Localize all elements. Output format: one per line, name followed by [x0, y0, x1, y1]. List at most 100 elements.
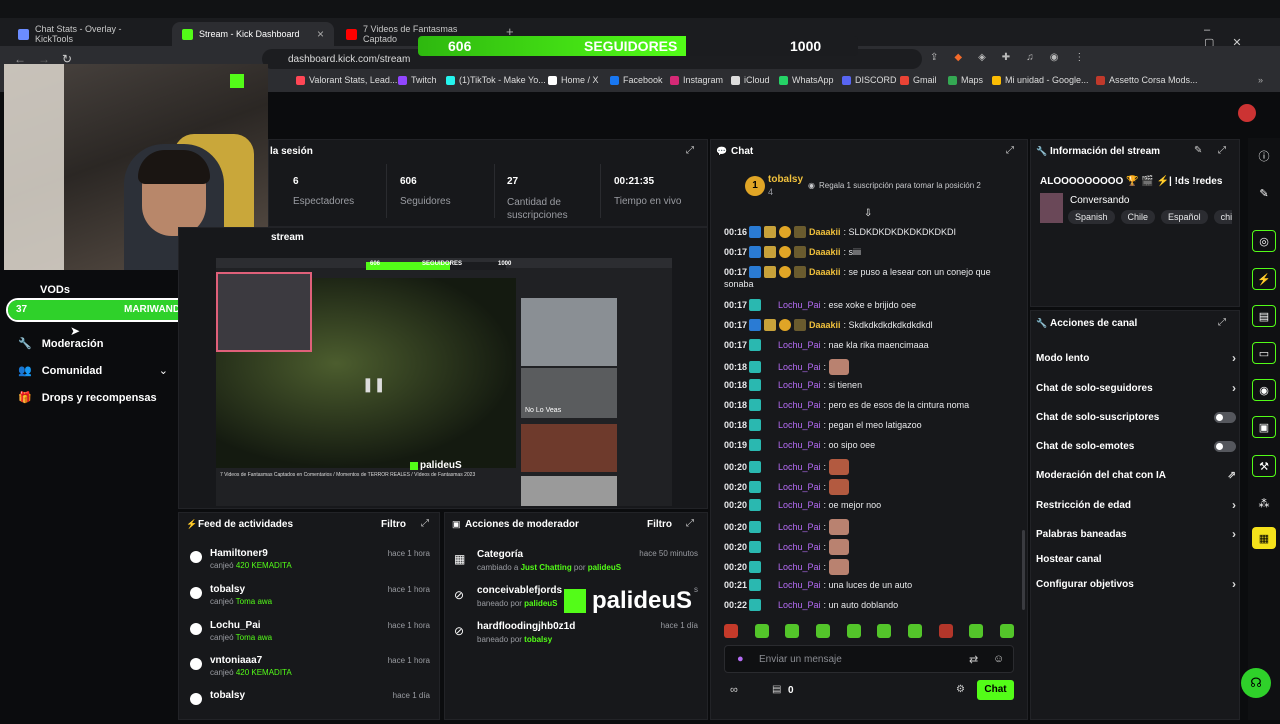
chat-message[interactable]: 00:20 Lochu_Pai: — [724, 479, 1014, 495]
wrench-icon[interactable]: ⚒ — [1252, 455, 1276, 477]
bookmark-facebook[interactable]: Facebook — [610, 75, 663, 85]
bookmark-twitch[interactable]: Twitch — [398, 75, 437, 85]
sidebar-item-comunidad[interactable]: 👥 Comunidad ⌄ — [18, 364, 168, 378]
bookmark-maps[interactable]: Maps — [948, 75, 983, 85]
expand-icon[interactable]: ⤢ — [686, 518, 694, 529]
chat-input[interactable]: ● Enviar un mensaje ⇄ ☺ — [724, 645, 1014, 673]
bookmark-x[interactable]: Home / X — [548, 75, 599, 85]
broadcast-icon[interactable]: ◉ — [1252, 379, 1276, 401]
expand-icon[interactable]: ⤢ — [686, 145, 694, 156]
leaderboard-user[interactable]: tobalsy — [768, 174, 803, 185]
channel-action-chat-de-solo-emotes[interactable]: Chat de solo-emotes — [1036, 438, 1236, 454]
bookmark-assetto[interactable]: Assetto Corsa Mods... — [1096, 75, 1198, 85]
tag-pill[interactable]: Español — [1161, 210, 1208, 224]
channel-action-chat-de-solo-seguidores[interactable]: Chat de solo-seguidores › — [1036, 380, 1236, 396]
mod-action-row[interactable]: ⊘ hardfloodingjhb0z1d baneado por tobals… — [454, 620, 698, 650]
tab-kick-dashboard[interactable]: Stream - Kick Dashboard × — [172, 22, 334, 46]
mod-icon[interactable]: ▣ — [1252, 416, 1276, 438]
expand-icon[interactable]: ⤢ — [1218, 145, 1226, 156]
emoji-icon[interactable]: ☺ — [993, 653, 1004, 665]
chat-message[interactable]: 00:20 Lochu_Pai: — [724, 539, 1014, 555]
info-icon[interactable]: ⓘ — [1252, 145, 1276, 167]
tag-pill[interactable]: Chile — [1120, 210, 1156, 224]
activity-row[interactable]: Hamiltoner9 canjeó 420 KEMADITA hace 1 h… — [190, 548, 434, 582]
bookmark-drive[interactable]: Mi unidad - Google... — [992, 75, 1089, 85]
bookmark-gmail[interactable]: Gmail — [900, 75, 937, 85]
gift-prompt[interactable]: ◉ Regala 1 suscripción para tomar la posi… — [808, 181, 981, 190]
channel-action-restricci-n-de-edad[interactable]: Restricción de edad › — [1036, 497, 1236, 513]
bookmark-valorant[interactable]: Valorant Stats, Lead... — [296, 75, 397, 85]
chat-message[interactable]: 00:18 Lochu_Pai: si tienen — [724, 379, 1014, 391]
chat-message[interactable]: 00:21 Lochu_Pai: una luces de un auto — [724, 579, 1014, 591]
extension-icons[interactable]: ⇪ ◆ ◈ ✚ ♫ ◉ ⋮ — [930, 52, 1270, 66]
chat-message[interactable]: 00:22 Lochu_Pai: un auto doblando — [724, 599, 1014, 611]
channel-action-modo-lento[interactable]: Modo lento › — [1036, 350, 1236, 366]
channel-action-palabras-baneadas[interactable]: Palabras baneadas › — [1036, 526, 1236, 542]
expand-icon[interactable]: ⤢ — [1218, 317, 1226, 328]
pin-down-icon[interactable]: ⇩ — [864, 208, 872, 219]
activity-row[interactable]: vntoniaaa7 canjeó 420 KEMADITA hace 1 ho… — [190, 655, 434, 689]
chat-message[interactable]: 00:17 Daaakii: se puso a lesear con un co… — [724, 266, 1014, 278]
chat-message[interactable]: 00:18 Lochu_Pai: pegan el meo latigazoo — [724, 419, 1014, 431]
bookmark-discord[interactable]: DISCORD — [842, 75, 897, 85]
chat-message[interactable]: 00:17 Lochu_Pai: ese xoke e brijido oee — [724, 299, 1014, 311]
pen-icon[interactable]: ✎ — [1252, 182, 1276, 204]
chat-message[interactable]: 00:17 Daaakii: Skdkdkdkdkdkdkdkdl — [724, 319, 1014, 331]
gear-icon[interactable]: ⚙ — [956, 684, 965, 695]
bookmark-instagram[interactable]: Instagram — [670, 75, 723, 85]
chat-time: 00:16 — [724, 227, 748, 237]
chat-message[interactable]: 00:18 Lochu_Pai: pero es de esos de la ci… — [724, 399, 1014, 411]
sidebar-item-vods[interactable]: VODs — [40, 284, 70, 296]
stream-preview-video[interactable]: 606 SEGUIDORES 1000 ❚❚ No Lo Veas 7 Vide… — [216, 258, 672, 506]
clapper-icon[interactable]: ▦ — [1252, 527, 1276, 549]
chat-message[interactable]: 00:16 Daaakii: SLDKDKDKDKDKDKDKDI — [724, 226, 1014, 238]
bookmark-icloud[interactable]: iCloud — [731, 75, 770, 85]
sidebar-item-drops[interactable]: 🎁 Drops y recompensas — [18, 391, 178, 405]
chat-message[interactable]: 00:20 Lochu_Pai: — [724, 519, 1014, 535]
activity-row[interactable]: Lochu_Pai canjeó Toma awa hace 1 hora — [190, 620, 434, 654]
target-icon[interactable]: ◎ — [1252, 230, 1276, 252]
channel-action-chat-de-solo-suscriptores[interactable]: Chat de solo-suscriptores — [1036, 409, 1236, 425]
emote-bar[interactable] — [724, 624, 1014, 640]
activity-row[interactable]: tobalsy hace 1 día — [190, 690, 434, 724]
chat-message[interactable]: 00:18 Lochu_Pai: — [724, 359, 1014, 375]
toggle-switch[interactable] — [1214, 411, 1236, 423]
chat-message[interactable]: 00:17 Daaakii: siiii — [724, 246, 1014, 258]
chat-message[interactable]: 00:20 Lochu_Pai: oe mejor noo — [724, 499, 1014, 511]
bookmark-tiktok[interactable]: (1)TikTok - Make Yo... — [446, 75, 546, 85]
close-icon[interactable]: × — [317, 27, 324, 41]
sidebar-item-moderacion[interactable]: 🔧 Moderación — [18, 337, 178, 351]
rank-badge-icon — [779, 226, 791, 238]
bookmark-whatsapp[interactable]: WhatsApp — [779, 75, 834, 85]
tag-pill[interactable]: Spanish — [1068, 210, 1115, 224]
translate-icon[interactable]: ⇄ — [969, 653, 978, 666]
mod-filter-button[interactable]: Filtro — [647, 519, 672, 530]
support-icon[interactable]: ☊ — [1241, 668, 1271, 698]
avatar[interactable] — [1238, 104, 1256, 122]
tab-chat-stats[interactable]: Chat Stats - Overlay - KickTools — [8, 22, 168, 46]
expand-icon[interactable]: ⤢ — [421, 518, 429, 529]
channel-action-hostear-canal[interactable]: Hostear canal — [1036, 551, 1236, 567]
chat-icon[interactable]: ▭ — [1252, 342, 1276, 364]
chat-message[interactable]: 00:19 Lochu_Pai: oo sipo oee — [724, 439, 1014, 451]
chat-message[interactable]: 00:20 Lochu_Pai: — [724, 559, 1014, 575]
clipboard-icon[interactable]: ▤ — [1252, 305, 1276, 327]
activity-row[interactable]: tobalsy canjeó Toma awa hace 1 hora — [190, 584, 434, 618]
channel-action-moderaci-n-del-chat-con-ia[interactable]: Moderación del chat con IA ⇗ — [1036, 467, 1236, 483]
chat-message[interactable]: 00:17 Lochu_Pai: nae kla rika maencimaaa — [724, 339, 1014, 351]
expand-icon[interactable]: ⤢ — [1006, 145, 1014, 156]
lightning-icon[interactable]: ⚡ — [1252, 268, 1276, 290]
send-chat-button[interactable]: Chat — [977, 680, 1014, 700]
toggle-switch[interactable] — [1214, 440, 1236, 452]
pause-icon[interactable]: ❚❚ — [362, 376, 385, 393]
chat-message[interactable]: 00:20 Lochu_Pai: — [724, 459, 1014, 475]
activity-filter-button[interactable]: Filtro — [381, 519, 406, 530]
chat-scrollbar[interactable] — [1022, 530, 1025, 610]
channel-action-configurar-objetivos[interactable]: Configurar objetivos › — [1036, 576, 1236, 592]
users-icon[interactable]: ⁂ — [1252, 492, 1276, 514]
mod-action-row[interactable]: ▦ Categoría cambiado a Just Chatting por… — [454, 548, 698, 578]
infinity-icon[interactable]: ∞ — [730, 684, 738, 696]
more-bookmarks-icon[interactable]: » — [1258, 75, 1263, 85]
edit-icon[interactable]: ✎ — [1194, 145, 1202, 156]
tag-pill[interactable]: chil — [1213, 210, 1232, 224]
